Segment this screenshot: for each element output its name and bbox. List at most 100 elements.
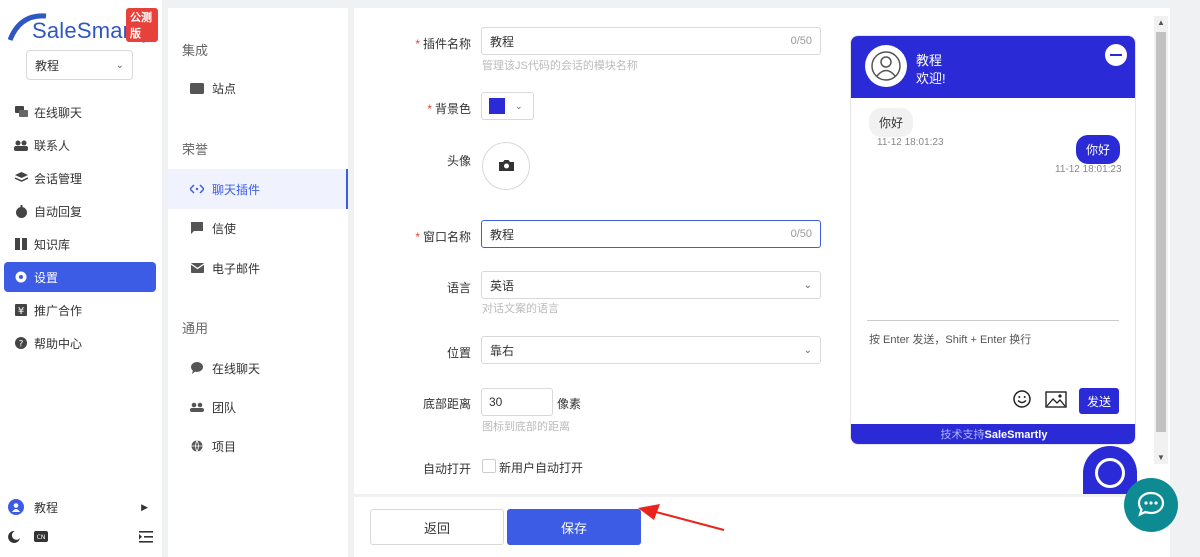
language-value: 英语 <box>490 278 515 293</box>
chat-icon <box>1137 491 1165 520</box>
language-toggle-icon[interactable]: CN <box>34 531 48 545</box>
nav-item-contacts[interactable]: 联系人 <box>4 130 156 160</box>
nav-item-label: 设置 <box>34 270 59 285</box>
chat-widget-preview: 教程 欢迎! 你好 11-12 18:01:23 你好 11-12 18:01:… <box>850 35 1136 445</box>
submenu-section-title: 荣誉 <box>182 142 209 157</box>
position-select[interactable]: 靠右 ⌄ <box>481 336 821 364</box>
user-menu[interactable]: 教程 ▶ <box>8 497 148 517</box>
svg-text:CN: CN <box>37 534 46 541</box>
workspace-select[interactable]: 教程 ⌄ <box>26 50 133 80</box>
svg-text:¥: ¥ <box>18 306 24 316</box>
nav-item-auto-reply[interactable]: 自动回复 <box>4 196 156 226</box>
scroll-down-icon[interactable]: ▼ <box>1157 453 1165 462</box>
submenu-section-title: 通用 <box>182 321 209 336</box>
avatar-label: 头像 <box>446 154 471 168</box>
submenu-item-label: 聊天插件 <box>212 182 261 197</box>
contacts-icon <box>14 138 28 152</box>
bottom-distance-help: 图标到底部的距离 <box>482 421 570 433</box>
submenu-item-project[interactable]: 项目 <box>168 426 348 466</box>
widget-subtitle: 欢迎! <box>916 71 946 86</box>
message-bubble-outgoing: 你好 <box>1076 135 1121 164</box>
globe-icon <box>190 439 204 453</box>
submenu-item-messenger[interactable]: 信使 <box>168 208 348 248</box>
submenu-item-label: 电子邮件 <box>212 261 261 276</box>
save-button[interactable]: 保存 <box>507 509 641 545</box>
scrollbar[interactable]: ▲ ▼ <box>1154 16 1168 464</box>
workspace-select-value: 教程 <box>35 58 60 73</box>
scroll-up-icon[interactable]: ▲ <box>1157 18 1165 27</box>
position-value: 靠右 <box>490 343 515 358</box>
message-icon <box>190 221 204 235</box>
minimize-icon[interactable] <box>1105 44 1127 66</box>
bottom-distance-unit: 像素 <box>557 397 582 411</box>
nav-item-conversations[interactable]: 会话管理 <box>4 163 156 193</box>
chevron-down-icon: ⌄ <box>115 59 124 71</box>
chevron-down-icon: ⌄ <box>803 279 812 291</box>
bg-color-label: * 背景色 <box>427 102 471 116</box>
plugin-name-value: 教程 <box>490 34 515 49</box>
bottom-distance-input[interactable]: 30 <box>481 388 553 416</box>
window-name-value: 教程 <box>490 227 515 242</box>
widget-launcher-icon <box>1083 446 1137 494</box>
bg-color-picker[interactable]: ⌄ <box>481 92 534 120</box>
nav-item-help-center[interactable]: ? 帮助中心 <box>4 328 156 358</box>
dark-mode-icon[interactable] <box>8 530 20 546</box>
layers-icon <box>14 171 28 185</box>
message-input[interactable]: 按 Enter 发送，Shift + Enter 换行 <box>869 331 1031 347</box>
window-name-input[interactable]: 教程 0/50 <box>481 220 821 248</box>
robot-icon <box>14 204 28 218</box>
nav-item-online-chat[interactable]: 在线聊天 <box>4 97 156 127</box>
char-count: 0/50 <box>790 228 812 240</box>
auto-open-checkbox[interactable] <box>482 459 496 473</box>
divider <box>867 320 1119 321</box>
chat-icon <box>14 105 28 119</box>
nav-item-settings[interactable]: 设置 <box>4 262 156 292</box>
collapse-sidebar-icon[interactable] <box>139 530 153 546</box>
chevron-down-icon: ⌄ <box>515 100 523 111</box>
submenu-item-chat-plugin[interactable]: 聊天插件 <box>168 169 348 209</box>
avatar-upload[interactable] <box>482 142 530 190</box>
auto-open-option[interactable]: 新用户自动打开 <box>499 459 583 476</box>
color-swatch <box>489 98 505 114</box>
nav-item-label: 联系人 <box>34 138 71 153</box>
svg-text:?: ? <box>19 340 24 350</box>
back-button[interactable]: 返回 <box>370 509 504 545</box>
sidebar-tools: CN <box>8 529 153 547</box>
settings-submenu: 集成 站点 荣誉 聊天插件 信使 电子邮件 通用 在线聊天 团队 项目 <box>168 8 348 557</box>
plugin-name-input[interactable]: 教程 0/50 <box>481 27 821 55</box>
submenu-item-label: 信使 <box>212 221 237 236</box>
nav-item-affiliate[interactable]: ¥ 推广合作 <box>4 295 156 325</box>
plugin-name-label: * 插件名称 <box>415 37 471 51</box>
help-icon: ? <box>14 336 28 350</box>
position-label: 位置 <box>446 346 471 360</box>
user-name: 教程 <box>34 500 59 515</box>
support-chat-button[interactable] <box>1124 478 1178 532</box>
main-nav: 在线聊天 联系人 会话管理 自动回复 知识库 设置 ¥ 推广合作 ? 帮助中心 <box>4 97 156 361</box>
nav-item-label: 在线聊天 <box>34 105 83 120</box>
annotation-arrow-icon <box>638 504 725 531</box>
message-time: 11-12 18:01:23 <box>877 137 944 148</box>
scrollbar-thumb[interactable] <box>1156 32 1166 432</box>
nav-item-label: 推广合作 <box>34 303 83 318</box>
submenu-item-label: 站点 <box>212 81 237 96</box>
sidebar: SaleSmartly 公测版 教程 ⌄ 在线聊天 联系人 会话管理 自动回复 … <box>0 0 162 557</box>
code-icon <box>190 182 204 196</box>
language-select[interactable]: 英语 ⌄ <box>481 271 821 299</box>
folder-icon <box>190 81 204 95</box>
image-icon[interactable] <box>1045 391 1067 411</box>
submenu-item-team[interactable]: 团队 <box>168 387 348 427</box>
char-count: 0/50 <box>790 35 812 47</box>
send-button[interactable]: 发送 <box>1079 388 1119 414</box>
logo: SaleSmartly 公测版 <box>8 4 158 44</box>
submenu-section-title: 集成 <box>182 43 209 58</box>
submenu-item-sites[interactable]: 站点 <box>168 68 348 108</box>
submenu-item-live-chat[interactable]: 在线聊天 <box>168 348 348 388</box>
submenu-item-email[interactable]: 电子邮件 <box>168 248 348 288</box>
widget-footer: 技术支持SaleSmartly <box>851 424 1135 444</box>
nav-item-label: 帮助中心 <box>34 336 83 351</box>
mail-icon <box>190 261 204 275</box>
nav-item-knowledge-base[interactable]: 知识库 <box>4 229 156 259</box>
emoji-icon[interactable] <box>1013 390 1031 411</box>
beta-badge: 公测版 <box>126 8 158 42</box>
submenu-item-label: 团队 <box>212 400 237 415</box>
